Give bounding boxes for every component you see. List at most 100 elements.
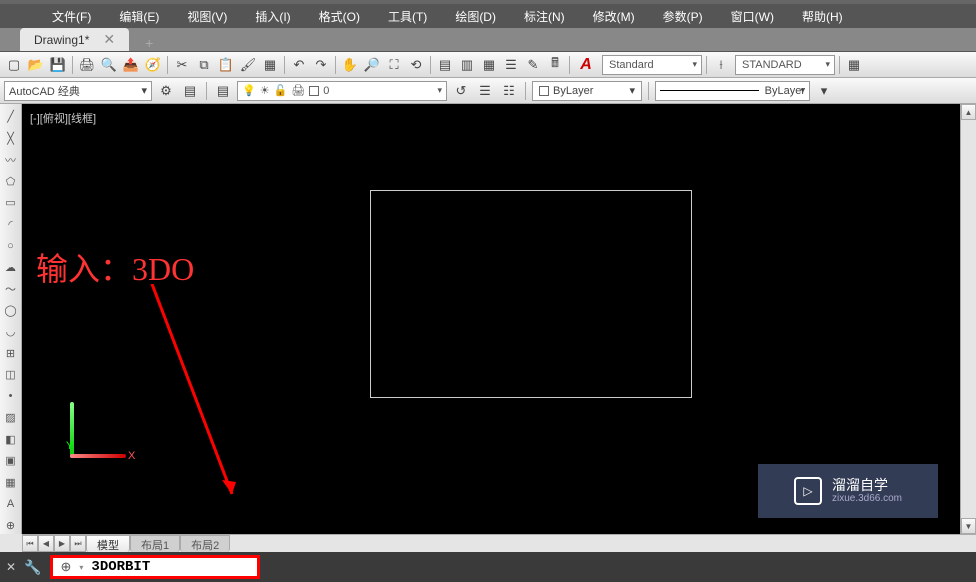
nav-next-icon[interactable]: ▶ — [54, 535, 70, 552]
draw-toolbar: ╱ ╳ 〰 ⬠ ▭ ◜ ○ ☁ 〜 ◯ ◡ ⊞ ◫ • ▨ ◧ ▣ ▦ A ⊕ — [0, 104, 22, 534]
zoom-prev-icon[interactable]: ⟲ — [406, 55, 426, 75]
calc-icon[interactable]: 🖩 — [545, 55, 565, 75]
dim-style-select[interactable]: STANDARD — [735, 55, 835, 75]
cut-icon[interactable]: ✂ — [172, 55, 192, 75]
layout-tabs: ⏮ ◀ ▶ ⏭ 模型 布局1 布局2 — [22, 534, 976, 552]
menu-tools[interactable]: 工具(T) — [384, 6, 431, 27]
ws-save-icon[interactable]: ▤ — [180, 81, 200, 101]
menu-help[interactable]: 帮助(H) — [798, 6, 847, 27]
menu-view[interactable]: 视图(V) — [183, 6, 231, 27]
file-tabs: Drawing1* ✕ + — [0, 28, 976, 52]
file-tab[interactable]: Drawing1* ✕ — [20, 28, 129, 51]
toolpalette-icon[interactable]: ▦ — [479, 55, 499, 75]
circle-icon[interactable]: ○ — [2, 237, 20, 255]
color-swatch-icon — [309, 86, 319, 96]
publish-icon[interactable]: 📤 — [121, 55, 141, 75]
preview-icon[interactable]: 🔍 — [99, 55, 119, 75]
block-icon[interactable]: ▦ — [260, 55, 280, 75]
linetype-more-icon[interactable]: ▾ — [814, 81, 834, 101]
zoom-icon[interactable]: 🔎 — [362, 55, 382, 75]
table-icon[interactable]: ▦ — [2, 474, 20, 492]
line-icon[interactable]: ╱ — [2, 108, 20, 126]
pan-icon[interactable]: ✋ — [340, 55, 360, 75]
workspace-toolbar: AutoCAD 经典▾ ⚙ ▤ ▤ 💡 ☀ 🔓 🖨 0 ↺ ☰ ☷ ByLaye… — [0, 78, 976, 104]
scrollbar-vertical[interactable]: ▲ ▼ — [960, 104, 976, 534]
layer-select[interactable]: 💡 ☀ 🔓 🖨 0 — [237, 81, 447, 101]
layer-manager-icon[interactable]: ▤ — [213, 81, 233, 101]
menu-format[interactable]: 格式(O) — [315, 6, 364, 27]
zoom-window-icon[interactable]: ⛶ — [384, 55, 404, 75]
copy-icon[interactable]: ⧉ — [194, 55, 214, 75]
menu-modify[interactable]: 修改(M) — [589, 6, 639, 27]
undo-icon[interactable]: ↶ — [289, 55, 309, 75]
revcloud-icon[interactable]: ☁ — [2, 259, 20, 277]
menu-window[interactable]: 窗口(W) — [727, 6, 778, 27]
gradient-icon[interactable]: ◧ — [2, 431, 20, 449]
menu-insert[interactable]: 插入(I) — [251, 6, 294, 27]
viewport-label[interactable]: [-][俯视][线框] — [30, 110, 96, 126]
close-cmd-icon[interactable]: ✕ — [6, 560, 16, 574]
tab-layout1[interactable]: 布局1 — [130, 535, 180, 552]
scroll-down-icon[interactable]: ▼ — [961, 518, 976, 534]
watermark-title: 溜溜自学 — [832, 477, 902, 494]
table-style-icon[interactable]: ▦ — [844, 55, 864, 75]
wrench-icon[interactable]: 🔧 — [24, 559, 41, 576]
axis-x-label: X — [128, 450, 135, 462]
mtext-icon[interactable]: A — [2, 495, 20, 513]
addsel-icon[interactable]: ⊕ — [2, 517, 20, 535]
print-icon[interactable]: 🖨 — [77, 55, 97, 75]
orbit-icon: ⊕ — [61, 559, 72, 575]
redo-icon[interactable]: ↷ — [311, 55, 331, 75]
point-icon[interactable]: • — [2, 388, 20, 406]
new-icon[interactable]: ▢ — [4, 55, 24, 75]
tab-model[interactable]: 模型 — [86, 535, 130, 552]
hatch-icon[interactable]: ▨ — [2, 409, 20, 427]
add-tab-icon[interactable]: + — [137, 35, 161, 51]
spline-icon[interactable]: 〜 — [2, 280, 20, 298]
rectangle-icon[interactable]: ▭ — [2, 194, 20, 212]
dim-style-icon[interactable]: ⟊ — [711, 55, 731, 75]
sheetset-icon[interactable]: ☰ — [501, 55, 521, 75]
text-style-select[interactable]: Standard — [602, 55, 702, 75]
scroll-up-icon[interactable]: ▲ — [961, 104, 976, 120]
menu-annotate[interactable]: 标注(N) — [520, 6, 569, 27]
menubar: 文件(F) 编辑(E) 视图(V) 插入(I) 格式(O) 工具(T) 绘图(D… — [0, 4, 976, 28]
layer-prev-icon[interactable]: ↺ — [451, 81, 471, 101]
color-select[interactable]: ByLayer ▾ — [532, 81, 642, 101]
close-icon[interactable]: ✕ — [103, 31, 115, 48]
ellipse-icon[interactable]: ◯ — [2, 302, 20, 320]
dropdown-icon[interactable]: ▾ — [79, 563, 83, 572]
plot-icon[interactable]: 🧭 — [143, 55, 163, 75]
nav-prev-icon[interactable]: ◀ — [38, 535, 54, 552]
linetype-select[interactable]: ByLayer — [655, 81, 810, 101]
nav-last-icon[interactable]: ⏭ — [70, 535, 86, 552]
match-icon[interactable]: 🖌 — [238, 55, 258, 75]
insert-icon[interactable]: ⊞ — [2, 345, 20, 363]
menu-param[interactable]: 参数(P) — [659, 6, 707, 27]
designcenter-icon[interactable]: ▥ — [457, 55, 477, 75]
menu-edit[interactable]: 编辑(E) — [115, 6, 163, 27]
workspace-select[interactable]: AutoCAD 经典▾ — [4, 81, 152, 101]
open-icon[interactable]: 📂 — [26, 55, 46, 75]
menu-file[interactable]: 文件(F) — [48, 6, 95, 27]
menu-draw[interactable]: 绘图(D) — [451, 6, 500, 27]
ellipsearc-icon[interactable]: ◡ — [2, 323, 20, 341]
tab-layout2[interactable]: 布局2 — [180, 535, 230, 552]
props-icon[interactable]: ▤ — [435, 55, 455, 75]
axis-y-label: Y — [66, 440, 73, 452]
layer-iso-icon[interactable]: ☷ — [499, 81, 519, 101]
paste-icon[interactable]: 📋 — [216, 55, 236, 75]
command-input[interactable]: ⊕ ▾ 3DORBIT — [50, 555, 260, 579]
block-make-icon[interactable]: ◫ — [2, 366, 20, 384]
save-icon[interactable]: 💾 — [48, 55, 68, 75]
nav-first-icon[interactable]: ⏮ — [22, 535, 38, 552]
text-style-icon[interactable]: A — [574, 55, 598, 75]
gear-icon[interactable]: ⚙ — [156, 81, 176, 101]
arc-icon[interactable]: ◜ — [2, 216, 20, 234]
layer-state-icon[interactable]: ☰ — [475, 81, 495, 101]
markup-icon[interactable]: ✎ — [523, 55, 543, 75]
region-icon[interactable]: ▣ — [2, 452, 20, 470]
polyline-icon[interactable]: 〰 — [2, 151, 20, 169]
polygon-icon[interactable]: ⬠ — [2, 173, 20, 191]
xline-icon[interactable]: ╳ — [2, 130, 20, 148]
